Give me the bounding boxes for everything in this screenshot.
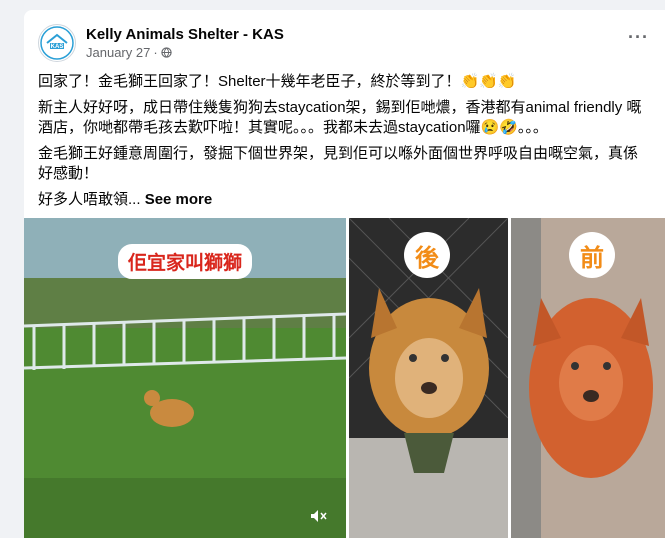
svg-text:KAS: KAS	[51, 44, 64, 50]
post-text-line: 新主人好好呀，成日帶住幾隻狗狗去staycation架，錫到佢哋燶，香港都有an…	[38, 99, 642, 136]
more-options-icon[interactable]: ···	[628, 28, 649, 46]
video-tile[interactable]: 佢宜家叫獅獅	[24, 218, 346, 538]
post-text-line: 金毛獅王好鍾意周圍行，發掘下個世界架，見到佢可以喺外面個世界呼吸自由嘅空氣，真係…	[38, 145, 639, 182]
volume-muted-icon[interactable]	[310, 509, 328, 528]
post-card: KAS Kelly Animals Shelter - KAS January …	[24, 10, 665, 538]
page-name-link[interactable]: Kelly Animals Shelter - KAS	[86, 25, 284, 44]
shelter-logo-icon: KAS	[40, 26, 74, 60]
post-date-link[interactable]: January 27	[86, 44, 150, 61]
video-caption: 佢宜家叫獅獅	[118, 244, 253, 279]
after-label: 後	[404, 232, 450, 278]
avatar[interactable]: KAS	[38, 24, 76, 62]
globe-icon	[160, 47, 172, 58]
see-more-link[interactable]: See more	[145, 191, 213, 208]
photo-before-tile[interactable]: 前	[511, 218, 665, 538]
photo-after-tile[interactable]: 後	[349, 218, 508, 538]
post-text-line: 好多人唔敢領...	[38, 191, 141, 208]
post-header: KAS Kelly Animals Shelter - KAS January …	[38, 24, 284, 62]
before-label: 前	[569, 232, 615, 278]
post-text: 回家了！金毛獅王回家了！Shelter十幾年老臣子，終於等到了！👏👏👏 新主人好…	[38, 72, 648, 216]
post-date-row: January 27 ·	[86, 44, 284, 61]
post-text-truncated: 好多人唔敢領... See more	[38, 190, 648, 210]
post-text-line: 回家了！金毛獅王回家了！Shelter十幾年老臣子，終於等到了！👏👏👏	[38, 73, 517, 90]
media-grid: 佢宜家叫獅獅 後 前	[24, 218, 665, 538]
